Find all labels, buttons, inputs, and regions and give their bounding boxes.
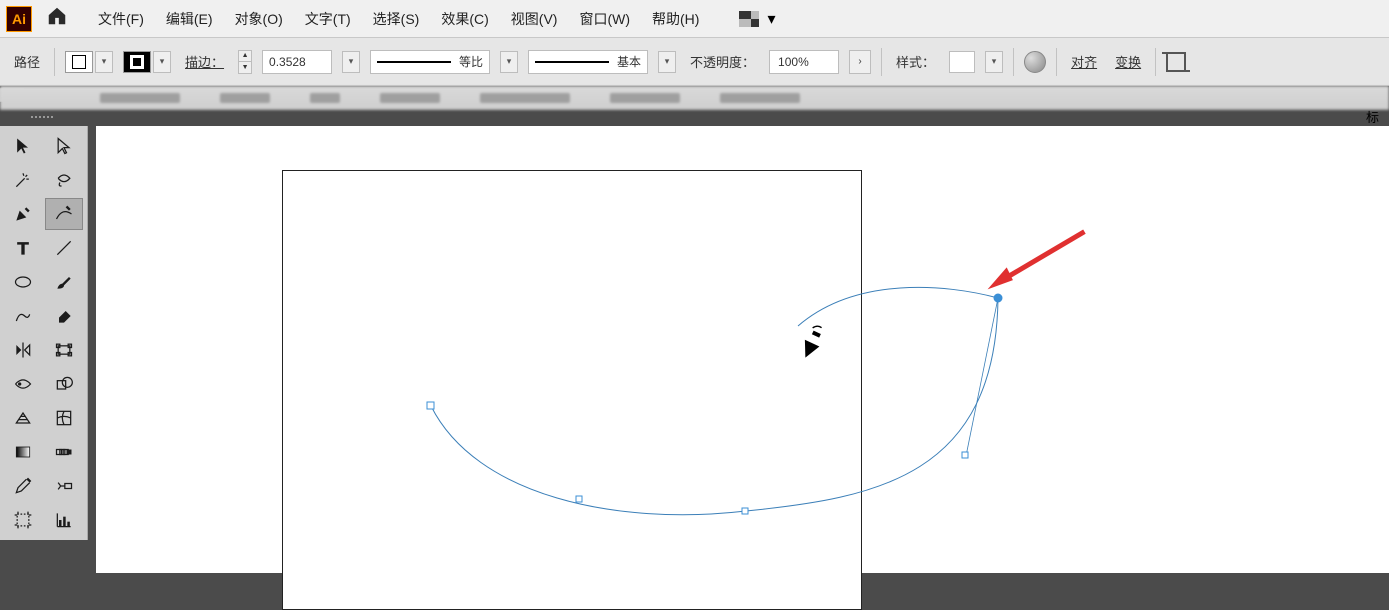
fill-dropdown[interactable]: ▾ xyxy=(95,51,113,73)
workspace-dropdown-icon[interactable]: ▾ xyxy=(767,9,775,29)
recolor-artwork-icon[interactable] xyxy=(1024,51,1046,73)
opacity-input[interactable]: 100% xyxy=(769,50,839,74)
step-up-icon[interactable]: ▲ xyxy=(239,51,251,63)
brush-definition-dropdown[interactable]: ▾ xyxy=(658,51,676,73)
app-logo-icon: Ai xyxy=(6,6,32,32)
document-tab-strip[interactable] xyxy=(0,86,1389,110)
eraser-tool[interactable] xyxy=(45,300,83,332)
pen-tool[interactable] xyxy=(4,198,42,230)
stroke-profile-select[interactable]: 等比 xyxy=(370,50,490,74)
mesh-tool[interactable] xyxy=(45,402,83,434)
ellipse-tool[interactable] xyxy=(4,266,42,298)
menu-select[interactable]: 选择(S) xyxy=(373,9,420,29)
options-bar: 路径 ▾ ▾ 描边： ▲ ▼ 0.3528 ▾ 等比 ▾ 基本 ▾ 不透明度： … xyxy=(0,38,1389,86)
brush-definition-label: 基本 xyxy=(617,53,641,70)
column-graph-tool[interactable] xyxy=(45,504,83,536)
artboard-tool[interactable] xyxy=(4,504,42,536)
selection-tool[interactable] xyxy=(4,130,42,162)
brush-definition-select[interactable]: 基本 xyxy=(528,50,648,74)
shape-builder-tool[interactable] xyxy=(45,368,83,400)
opacity-flyout[interactable]: › xyxy=(849,50,871,74)
menu-edit[interactable]: 编辑(E) xyxy=(166,9,213,29)
canvas-area[interactable] xyxy=(96,126,1389,573)
isolate-selection-icon[interactable] xyxy=(1166,52,1186,72)
selection-type-label: 路径 xyxy=(10,52,44,71)
align-button[interactable]: 对齐 xyxy=(1067,52,1101,71)
menu-effect[interactable]: 效果(C) xyxy=(441,9,488,29)
tools-panel xyxy=(0,126,88,540)
free-transform-tool[interactable] xyxy=(45,334,83,366)
type-tool[interactable] xyxy=(4,232,42,264)
stroke-weight-input[interactable]: 0.3528 xyxy=(262,50,332,74)
gradient-tool[interactable] xyxy=(4,436,42,468)
menu-text[interactable]: 文字(T) xyxy=(305,9,351,29)
step-down-icon[interactable]: ▼ xyxy=(239,62,251,73)
curvature-tool[interactable] xyxy=(45,198,83,230)
style-label: 样式： xyxy=(892,52,939,71)
menu-view[interactable]: 视图(V) xyxy=(511,9,558,29)
symbol-sprayer-tool[interactable] xyxy=(45,470,83,502)
tools-drag-handle[interactable] xyxy=(18,116,66,122)
stroke-swatch[interactable] xyxy=(123,51,151,73)
menu-file[interactable]: 文件(F) xyxy=(98,9,144,29)
stroke-weight-dropdown[interactable]: ▾ xyxy=(342,51,360,73)
stroke-dropdown[interactable]: ▾ xyxy=(153,51,171,73)
truncated-tab-text: 标 xyxy=(1366,107,1379,126)
workspace-layout-icon[interactable] xyxy=(739,11,759,27)
paintbrush-tool[interactable] xyxy=(45,266,83,298)
width-tool[interactable] xyxy=(4,368,42,400)
stroke-weight-stepper[interactable]: ▲ ▼ xyxy=(238,50,252,74)
eyedropper-tool[interactable] xyxy=(4,470,42,502)
perspective-grid-tool[interactable] xyxy=(4,402,42,434)
drawn-path[interactable] xyxy=(96,126,1389,573)
direct-selection-tool[interactable] xyxy=(45,130,83,162)
menu-bar: Ai 文件(F) 编辑(E) 对象(O) 文字(T) 选择(S) 效果(C) 视… xyxy=(0,0,1389,38)
home-button[interactable] xyxy=(46,5,68,32)
fill-swatch[interactable] xyxy=(65,51,93,73)
line-segment-tool[interactable] xyxy=(45,232,83,264)
home-icon xyxy=(46,5,68,27)
stroke-weight-label: 描边： xyxy=(181,52,228,71)
menu-object[interactable]: 对象(O) xyxy=(235,9,283,29)
menu-window[interactable]: 窗口(W) xyxy=(579,9,630,29)
style-dropdown[interactable]: ▾ xyxy=(985,51,1003,73)
stroke-profile-dropdown[interactable]: ▾ xyxy=(500,51,518,73)
blend-tool[interactable] xyxy=(45,436,83,468)
shaper-tool[interactable] xyxy=(4,300,42,332)
reflect-tool[interactable] xyxy=(4,334,42,366)
stroke-profile-label: 等比 xyxy=(459,53,483,70)
opacity-label: 不透明度： xyxy=(686,52,759,71)
transform-button[interactable]: 变换 xyxy=(1111,52,1145,71)
magic-wand-tool[interactable] xyxy=(4,164,42,196)
menu-help[interactable]: 帮助(H) xyxy=(652,9,699,29)
style-swatch[interactable] xyxy=(949,51,975,73)
lasso-tool[interactable] xyxy=(45,164,83,196)
